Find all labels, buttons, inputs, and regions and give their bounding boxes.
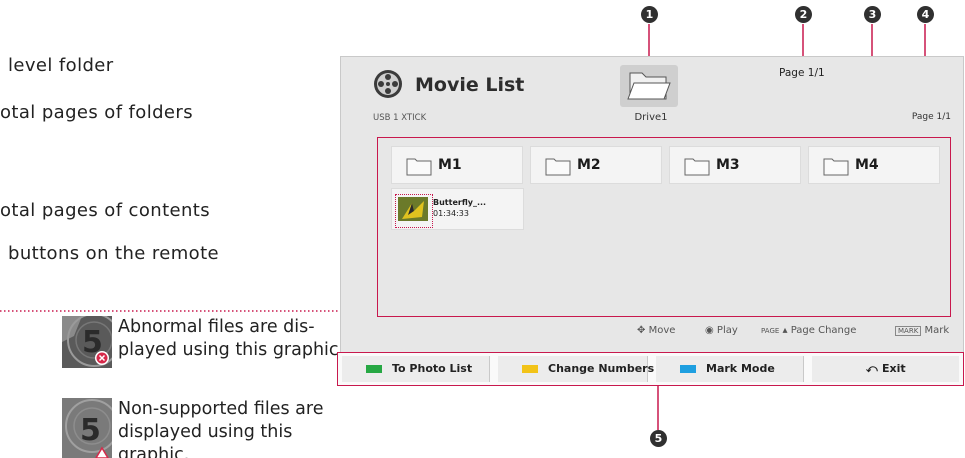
to-photo-list-button[interactable]: To Photo List <box>342 356 490 382</box>
mark-hint: MARK Mark <box>895 325 949 336</box>
mark-mode-button[interactable]: Mark Mode <box>656 356 804 382</box>
unsupported-file-thumbnail: 5 <box>62 398 112 458</box>
mark-key-label: MARK <box>895 326 922 336</box>
folder-icon <box>545 158 571 176</box>
movie-file-tile[interactable]: Butterfly_... 01:34:33 <box>391 188 524 230</box>
move-hint: ✥ Move <box>637 325 675 336</box>
folder-name: M2 <box>577 157 601 173</box>
green-key-icon <box>366 365 382 373</box>
unsupported-file-note: Non-supported files are displayed using … <box>118 398 350 458</box>
folder-tile[interactable]: M3 <box>669 146 801 184</box>
back-icon: ⤺ <box>866 362 878 375</box>
exit-button[interactable]: ⤺ Exit <box>812 356 959 382</box>
mark-label: Mark <box>924 325 950 336</box>
abnormal-file-note: Abnormal files are dis- played using thi… <box>118 316 350 362</box>
screen-title: Movie List <box>415 74 525 96</box>
movie-file-name: Butterfly_... <box>433 198 487 207</box>
callout-1: 1 <box>641 6 658 23</box>
move-arrows-icon: ✥ <box>637 325 646 336</box>
movie-list-screen: Movie List USB 1 XTICK Drive1 Page 1/1 P… <box>340 56 964 358</box>
abnormal-file-note-text: Abnormal files are dis- played using thi… <box>118 317 345 360</box>
folder-icon <box>627 72 671 100</box>
folder-tile[interactable]: M2 <box>530 146 662 184</box>
play-hint: ◉ Play <box>705 325 738 336</box>
yellow-key-icon <box>522 365 538 373</box>
unsupported-file-note-text: Non-supported files are displayed using … <box>118 399 324 458</box>
mark-mode-label: Mark Mode <box>706 362 775 375</box>
device-name: USB 1 XTICK <box>373 113 427 123</box>
page-change-label: Page Change <box>790 325 857 336</box>
folder-icon <box>823 158 849 176</box>
folder-name: M1 <box>438 157 462 173</box>
callout-4: 4 <box>917 6 934 23</box>
bottom-button-bar: To Photo List Change Numbers Mark Mode ⤺… <box>337 352 964 386</box>
change-numbers-button[interactable]: Change Numbers <box>498 356 654 382</box>
page-hint: PAGE ▴ Page Change <box>761 325 856 336</box>
callout-2: 2 <box>795 6 812 23</box>
note-line-3: otal pages of contents <box>0 200 211 221</box>
note-line-2: otal pages of folders <box>0 102 193 123</box>
folder-page-indicator: Page 1/1 <box>779 67 825 79</box>
blue-key-icon <box>680 365 696 373</box>
thumb-number-2: 5 <box>80 413 101 448</box>
callout-5: 5 <box>650 430 667 447</box>
exit-label: Exit <box>882 362 906 375</box>
folder-name: M4 <box>855 157 879 173</box>
note-line-1: level folder <box>8 55 114 76</box>
drive-label: Drive1 <box>634 112 668 123</box>
upper-folder-button[interactable] <box>620 65 678 107</box>
callout-3: 3 <box>864 6 881 23</box>
play-label: Play <box>716 325 738 336</box>
page-key-label: PAGE <box>761 327 780 335</box>
move-label: Move <box>648 325 676 336</box>
folder-icon <box>406 158 432 176</box>
movie-file-duration: 01:34:33 <box>433 209 469 218</box>
content-area: M1 M2 M3 M4 Butterfly_... 01:34:33 <box>377 137 951 317</box>
key-hints: ✥ Move ◉ Play PAGE ▴ Page Change MARK Ma… <box>341 325 963 341</box>
change-numbers-label: Change Numbers <box>548 362 655 375</box>
page-key-icon: ▴ <box>782 325 788 336</box>
film-reel-icon <box>374 70 402 98</box>
folder-icon <box>684 158 710 176</box>
to-photo-list-label: To Photo List <box>392 362 473 375</box>
note-line-4: buttons on the remote <box>8 243 220 264</box>
highlight-frame <box>395 194 433 228</box>
folder-name: M3 <box>716 157 740 173</box>
content-page-indicator: Page 1/1 <box>911 112 951 122</box>
folder-tile[interactable]: M4 <box>808 146 940 184</box>
folder-tile[interactable]: M1 <box>391 146 523 184</box>
abnormal-file-thumbnail: 5 <box>62 316 112 368</box>
play-button-icon: ◉ <box>705 325 714 336</box>
